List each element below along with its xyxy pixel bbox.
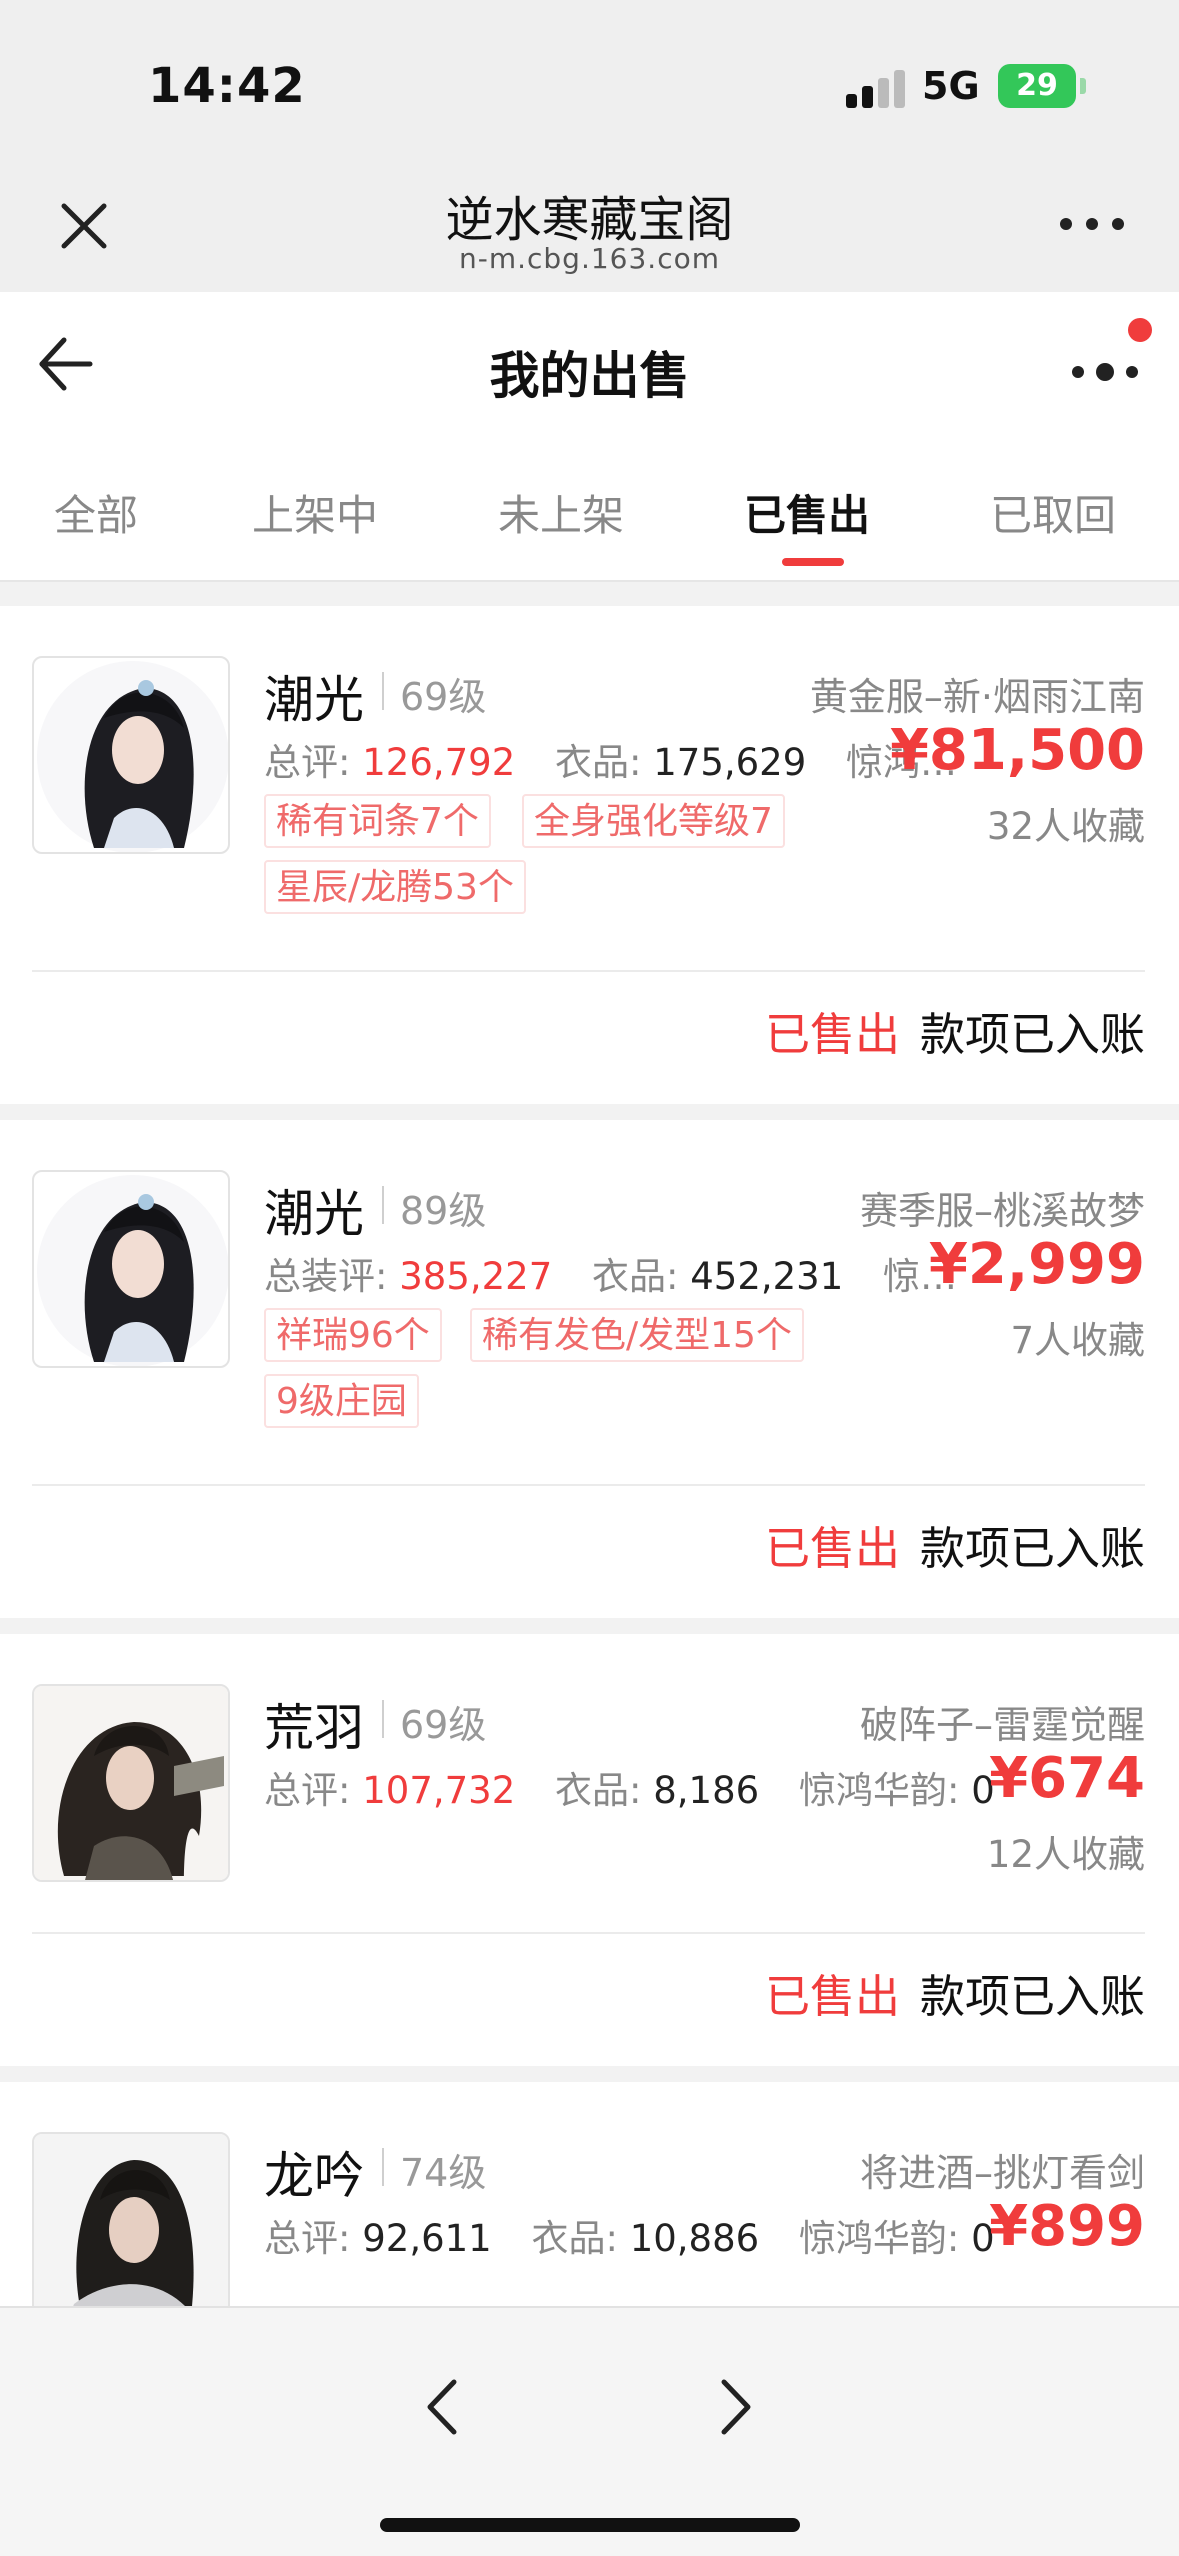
network-type: 5G bbox=[922, 64, 980, 108]
character-class: 潮光 bbox=[264, 671, 364, 729]
character-avatar bbox=[32, 1170, 230, 1368]
character-avatar bbox=[32, 656, 230, 854]
browser-bar: 逆水寒藏宝阁 n-m.cbg.163.com bbox=[0, 150, 1179, 292]
favorites-count: 12人收藏 bbox=[986, 1833, 1145, 1876]
stat-value: 452,231 bbox=[690, 1255, 844, 1298]
stat-value: 10,886 bbox=[629, 2217, 760, 2260]
stat-value: 175,629 bbox=[653, 741, 807, 784]
stat-label: 总评: bbox=[264, 741, 351, 784]
feature-tag: 稀有发色/发型15个 bbox=[470, 1308, 804, 1362]
character-level: 89级 bbox=[400, 1189, 487, 1233]
page-title: 我的出售 bbox=[489, 347, 690, 405]
chevron-left-icon[interactable] bbox=[412, 2372, 472, 2442]
name-separator bbox=[382, 2148, 384, 2186]
sale-status: 已售出 款项已入账 bbox=[765, 1512, 1145, 1577]
server-name: 黄金服–新·烟雨江南 bbox=[809, 675, 1145, 719]
listing-card[interactable]: 潮光 89级 赛季服–桃溪故梦 总装评: 385,227 衣品: 452,231… bbox=[0, 1120, 1179, 1618]
payment-status: 款项已入账 bbox=[919, 1970, 1145, 2023]
more-icon[interactable] bbox=[1060, 218, 1130, 234]
sold-label: 已售出 bbox=[764, 1522, 900, 1575]
stat-label: 衣品: bbox=[555, 741, 642, 784]
battery-level: 29 bbox=[1016, 68, 1058, 103]
more-options-icon[interactable] bbox=[1068, 350, 1148, 390]
favorites-count: 7人收藏 bbox=[1010, 1319, 1145, 1362]
character-class: 荒羽 bbox=[264, 1699, 364, 1757]
server-name: 将进酒–挑灯看剑 bbox=[859, 2151, 1145, 2195]
tab-sold[interactable]: 已售出 bbox=[744, 482, 870, 543]
battery-cap bbox=[1080, 78, 1086, 94]
stat-label: 总评: bbox=[264, 1769, 351, 1812]
stats-row: 总评: 126,792 衣品: 175,629 惊鸿… bbox=[264, 732, 957, 786]
stat-value: 126,792 bbox=[362, 741, 516, 784]
character-level: 69级 bbox=[400, 1703, 487, 1747]
active-tab-indicator bbox=[782, 558, 844, 566]
payment-status: 款项已入账 bbox=[919, 1008, 1145, 1061]
price: ¥899 bbox=[989, 2194, 1145, 2259]
feature-tag: 9级庄园 bbox=[264, 1374, 419, 1428]
character-avatar bbox=[32, 2132, 230, 2306]
feature-tag: 祥瑞96个 bbox=[264, 1308, 442, 1362]
server-name: 赛季服–桃溪故梦 bbox=[859, 1189, 1145, 1233]
feature-tag: 全身强化等级7 bbox=[522, 794, 785, 848]
feature-tag: 星辰/龙腾53个 bbox=[264, 860, 526, 914]
character-class: 龙吟 bbox=[264, 2147, 364, 2205]
listing-card[interactable]: 潮光 69级 黄金服–新·烟雨江南 总评: 126,792 衣品: 175,62… bbox=[0, 606, 1179, 1104]
browser-title: 逆水寒藏宝阁 bbox=[445, 192, 734, 248]
card-divider bbox=[32, 970, 1145, 972]
character-level: 69级 bbox=[400, 675, 487, 719]
chevron-right-icon[interactable] bbox=[706, 2372, 766, 2442]
payment-status: 款项已入账 bbox=[919, 1522, 1145, 1575]
stat-label: 衣品: bbox=[592, 1255, 679, 1298]
price: ¥674 bbox=[989, 1746, 1145, 1811]
name-separator bbox=[382, 672, 384, 710]
character-class: 潮光 bbox=[264, 1185, 364, 1243]
sale-status: 已售出 款项已入账 bbox=[765, 1960, 1145, 2025]
sold-label: 已售出 bbox=[764, 1970, 900, 2023]
sale-status: 已售出 款项已入账 bbox=[765, 998, 1145, 1063]
sold-label: 已售出 bbox=[764, 1008, 900, 1061]
battery-icon: 29 bbox=[998, 64, 1076, 108]
home-indicator[interactable] bbox=[380, 2518, 800, 2532]
tab-retrieved[interactable]: 已取回 bbox=[990, 482, 1116, 543]
stat-label: 衣品: bbox=[555, 1769, 642, 1812]
stat-value: 8,186 bbox=[653, 1769, 760, 1812]
server-name: 破阵子–雷霆觉醒 bbox=[859, 1703, 1145, 1747]
character-level: 74级 bbox=[400, 2151, 487, 2195]
stat-value: 107,732 bbox=[362, 1769, 516, 1812]
card-divider bbox=[32, 1484, 1145, 1486]
character-avatar bbox=[32, 1684, 230, 1882]
price: ¥81,500 bbox=[889, 718, 1145, 783]
notification-dot bbox=[1128, 318, 1152, 342]
stat-label: 总评: bbox=[264, 2217, 351, 2260]
signal-icon bbox=[846, 68, 906, 108]
name-separator bbox=[382, 1700, 384, 1738]
stats-row: 总评: 107,732 衣品: 8,186 惊鸿华韵: 0 bbox=[264, 1760, 995, 1814]
stat-label: 惊鸿华韵: bbox=[798, 2217, 960, 2260]
stat-value: 385,227 bbox=[399, 1255, 553, 1298]
browser-url: n-m.cbg.163.com bbox=[458, 242, 720, 275]
stats-row: 总装评: 385,227 衣品: 452,231 惊… bbox=[264, 1246, 957, 1300]
status-bar: 14:42 5G 29 bbox=[0, 0, 1179, 150]
tab-all[interactable]: 全部 bbox=[54, 482, 138, 543]
tab-bar: 全部 上架中 未上架 已售出 已取回 bbox=[0, 482, 1179, 580]
stat-label: 惊鸿华韵: bbox=[798, 1769, 960, 1812]
page-header: 我的出售 全部 上架中 未上架 已售出 已取回 bbox=[0, 292, 1179, 582]
stat-value: 92,611 bbox=[362, 2217, 492, 2260]
feature-tag: 稀有词条7个 bbox=[264, 794, 491, 848]
stat-label: 总装评: bbox=[264, 1255, 388, 1298]
tab-unlisted[interactable]: 未上架 bbox=[498, 482, 624, 543]
card-divider bbox=[32, 1932, 1145, 1934]
name-separator bbox=[382, 1186, 384, 1224]
tab-listed[interactable]: 上架中 bbox=[252, 482, 378, 543]
header-divider bbox=[0, 580, 1179, 582]
stats-row: 总评: 92,611 衣品: 10,886 惊鸿华韵: 0 bbox=[264, 2208, 995, 2262]
bottom-navigation bbox=[0, 2306, 1179, 2556]
stat-label: 衣品: bbox=[531, 2217, 618, 2260]
listing-card[interactable]: 龙吟 74级 将进酒–挑灯看剑 总评: 92,611 衣品: 10,886 惊鸿… bbox=[0, 2082, 1179, 2306]
price: ¥2,999 bbox=[928, 1232, 1145, 1297]
listing-card[interactable]: 荒羽 69级 破阵子–雷霆觉醒 总评: 107,732 衣品: 8,186 惊鸿… bbox=[0, 1634, 1179, 2066]
status-time: 14:42 bbox=[148, 58, 306, 114]
favorites-count: 32人收藏 bbox=[986, 805, 1145, 848]
